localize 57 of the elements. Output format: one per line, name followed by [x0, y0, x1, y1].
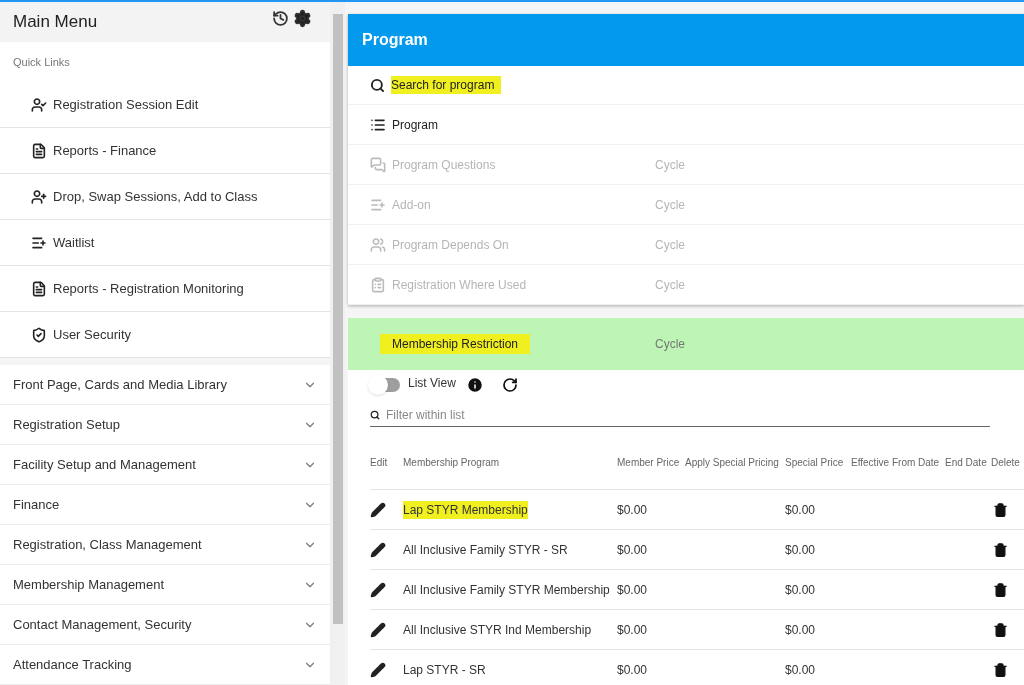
table-cell-text: $0.00: [617, 661, 649, 679]
section-card[interactable]: Membership Restriction Cycle: [348, 318, 1024, 370]
scrollbar[interactable]: [330, 2, 345, 685]
table-cell-text: $0.00: [617, 541, 649, 559]
table-cell-text: Lap STYR - SR: [403, 661, 486, 679]
delete-icon[interactable]: [993, 581, 1008, 598]
user-plus-icon: [31, 188, 47, 205]
delete-icon[interactable]: [993, 621, 1008, 638]
table-cell-text: All Inclusive STYR Ind Membership: [403, 621, 592, 639]
table-cell-text: $0.00: [617, 501, 649, 519]
search-icon: [370, 77, 385, 93]
menu-title: Main Menu: [13, 11, 98, 34]
column-header: Edit: [370, 455, 389, 470]
info-icon[interactable]: [465, 376, 484, 394]
delete-icon[interactable]: [993, 661, 1008, 678]
user-check-icon: [31, 96, 47, 113]
panel-header: Program: [348, 14, 1024, 66]
filter-field[interactable]: Filter within list: [386, 405, 990, 424]
table-cell-text: $0.00: [785, 501, 817, 519]
column-header: Member Price: [617, 455, 681, 470]
program-nav-item[interactable]: Program: [348, 105, 1024, 145]
settings-icon[interactable]: [293, 8, 312, 28]
column-header: Apply Special Pricing: [685, 455, 780, 470]
delete-icon[interactable]: [993, 541, 1008, 558]
column-header: End Date: [945, 455, 988, 470]
edit-icon[interactable]: [370, 541, 386, 558]
list-box-icon: [370, 276, 386, 293]
table-cell-text: $0.00: [617, 621, 649, 639]
people-icon: [370, 236, 386, 253]
table-cell-text: $0.00: [617, 581, 649, 599]
table-cell-text: $0.00: [785, 541, 817, 559]
history-icon[interactable]: [272, 9, 289, 27]
edit-icon[interactable]: [370, 501, 386, 518]
edit-icon[interactable]: [370, 621, 386, 638]
table-cell-text: $0.00: [785, 581, 817, 599]
document-icon: [31, 280, 47, 297]
refresh-icon[interactable]: [501, 377, 518, 393]
search-field[interactable]: Search for program: [391, 76, 501, 94]
delete-icon[interactable]: [993, 501, 1008, 518]
shield-check-icon: [31, 326, 47, 343]
search-icon: [370, 409, 380, 420]
edit-icon[interactable]: [370, 581, 386, 598]
section-label: Quick Links: [13, 54, 70, 70]
table-cell-text: $0.00: [785, 661, 817, 679]
document-icon: [31, 142, 47, 159]
toggle-switch[interactable]: [370, 378, 400, 392]
table-cell-text: $0.00: [785, 621, 817, 639]
table-cell-text: All Inclusive Family STYR - SR: [403, 541, 568, 559]
chat-icon: [370, 156, 386, 173]
toggle-label: List View: [408, 375, 456, 392]
column-header: Membership Program: [403, 455, 501, 470]
edit-icon[interactable]: [370, 661, 386, 678]
column-header: Effective From Date: [851, 455, 941, 470]
table-cell: Lap STYR Membership: [403, 500, 528, 519]
column-header: Special Price: [785, 455, 845, 470]
column-header: Delete: [991, 455, 1021, 470]
table-cell-text: All Inclusive Family STYR Membership: [403, 581, 610, 599]
